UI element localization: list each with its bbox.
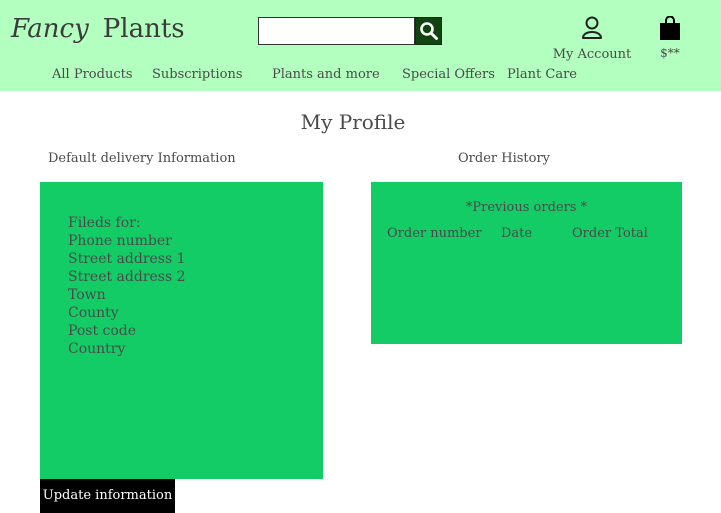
column-order-number: Order number <box>387 226 482 241</box>
shopping-bag-icon <box>660 15 680 40</box>
my-account-link[interactable]: My Account <box>552 16 632 62</box>
fields-heading: Fileds for: <box>68 215 141 231</box>
search-icon <box>419 22 438 40</box>
field-street-address-2: Street address 2 <box>68 269 186 285</box>
cart-total: $** <box>660 46 680 60</box>
brand-word-fancy: Fancy <box>11 14 89 44</box>
brand-word-plants: Plants <box>102 14 185 44</box>
nav-special-offers[interactable]: Special Offers <box>402 67 495 82</box>
field-town: Town <box>68 287 106 303</box>
main-nav: All Products Subscriptions Plants and mo… <box>0 67 721 85</box>
order-history-panel: *Previous orders * Order number Date Ord… <box>371 182 682 344</box>
nav-subscriptions[interactable]: Subscriptions <box>152 67 243 82</box>
delivery-info-panel: Fileds for: Phone number Street address … <box>40 182 323 479</box>
update-information-button[interactable]: Update information <box>40 479 175 513</box>
my-account-label: My Account <box>552 47 632 62</box>
site-header: Fancy Plants My Account $** All Products … <box>0 0 721 91</box>
nav-plant-care[interactable]: Plant Care <box>507 67 577 82</box>
nav-plants-and-more[interactable]: Plants and more <box>272 67 380 82</box>
field-phone-number: Phone number <box>68 233 172 249</box>
field-street-address-1: Street address 1 <box>68 251 186 267</box>
delivery-fields-list: Fileds for: Phone number Street address … <box>68 214 186 358</box>
search-input[interactable] <box>258 17 415 45</box>
cart-link[interactable]: $** <box>655 15 685 60</box>
page-title: My Profile <box>300 110 406 134</box>
field-post-code: Post code <box>68 323 137 339</box>
delivery-section-title: Default delivery Information <box>48 151 236 166</box>
brand-logo[interactable]: Fancy Plants <box>11 14 185 44</box>
nav-all-products[interactable]: All Products <box>52 67 133 82</box>
column-date: Date <box>501 226 533 241</box>
column-order-total: Order Total <box>572 226 648 241</box>
field-country: Country <box>68 341 126 357</box>
field-county: County <box>68 305 119 321</box>
previous-orders-label: *Previous orders * <box>465 200 588 215</box>
order-history-title: Order History <box>458 151 551 166</box>
search-bar <box>258 17 442 45</box>
user-icon <box>582 16 602 39</box>
search-button[interactable] <box>415 17 442 45</box>
